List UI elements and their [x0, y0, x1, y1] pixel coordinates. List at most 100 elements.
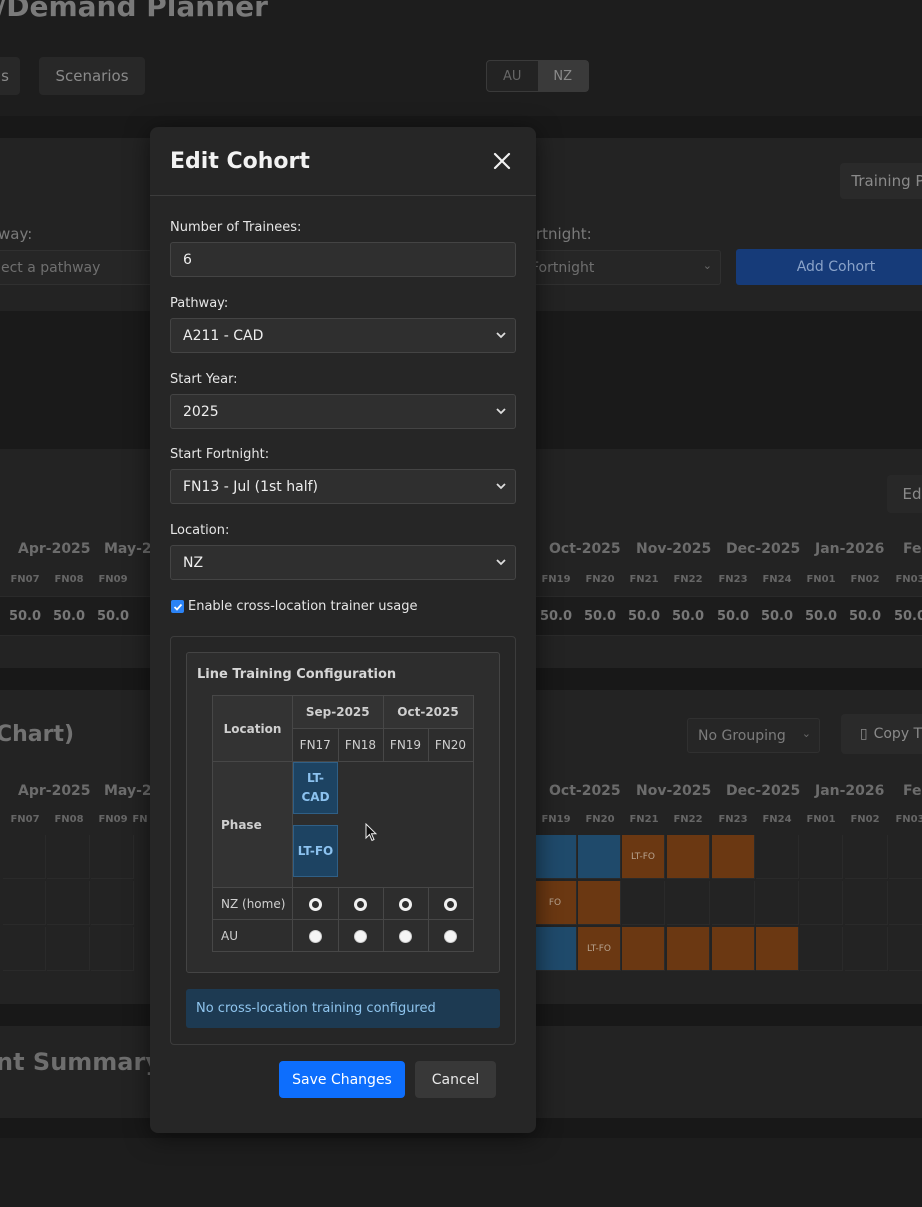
location-row-nz: NZ (home) [212, 887, 293, 920]
gantt-cell [3, 927, 46, 971]
fn-label: FN07 [10, 814, 40, 825]
chevron-down-icon [496, 559, 506, 566]
month-label: Nov-2025 [636, 541, 712, 557]
gantt-bar[interactable] [578, 835, 621, 879]
radio-nz-fn17[interactable] [308, 897, 322, 911]
training-plan-button[interactable]: Training Pl [840, 163, 922, 199]
month-label: Oct-2025 [549, 783, 621, 799]
gantt-bar[interactable] [712, 835, 755, 879]
month-label: Feb [903, 783, 922, 799]
demand-value: 50.0 [539, 609, 573, 624]
demand-value: 50.0 [760, 609, 794, 624]
start-fortnight-select[interactable]: FN13 - Jul (1st half) [170, 469, 516, 504]
fn-label: FN19 [541, 814, 571, 825]
radio-cell [427, 919, 474, 952]
mouse-cursor-icon [365, 823, 377, 842]
trainees-input[interactable]: 6 [170, 242, 516, 277]
phase-chip-lt-fo[interactable]: LT-FO [293, 825, 338, 877]
line-training-table: Location Sep-2025 Oct-2025 FN17 FN18 FN1… [212, 695, 474, 952]
fn-label: FN07 [10, 574, 40, 585]
start-fortnight-group: Start Fortnight: FN13 - Jul (1st half) [170, 447, 516, 504]
fn-label: FN03 [895, 814, 922, 825]
gantt-bar[interactable] [667, 835, 710, 879]
location-select[interactable]: NZ [170, 545, 516, 580]
cross-location-checkbox[interactable] [171, 600, 184, 613]
gantt-bar[interactable] [712, 927, 755, 971]
region-toggle: AU NZ [486, 60, 589, 92]
gantt-bar[interactable]: LT-FO [622, 835, 665, 879]
scenarios-button[interactable]: Scenarios [39, 57, 145, 95]
pathway-label: Pathway: [170, 296, 229, 311]
cancel-button[interactable]: Cancel [415, 1061, 496, 1098]
start-year-select[interactable]: 2025 [170, 394, 516, 429]
gantt-cell [889, 835, 922, 879]
gantt-cell [91, 881, 134, 925]
gantt-cell [800, 881, 843, 925]
chevron-down-icon [496, 332, 506, 339]
nav-tab-partial[interactable]: s [0, 57, 20, 95]
trainees-group: Number of Trainees: 6 [170, 220, 516, 277]
gantt-cell [756, 881, 799, 925]
fn-label: FN09 [98, 574, 128, 585]
demand-value: 50.0 [8, 609, 42, 624]
start-year-label: Start Year: [170, 372, 238, 387]
phase-row-label: Phase [212, 761, 293, 888]
copy-button[interactable]: ▯ Copy T [841, 714, 922, 754]
edit-button[interactable]: Ed [887, 475, 922, 513]
gantt-bar[interactable] [578, 881, 621, 925]
radio-cell [292, 919, 339, 952]
radio-cell [337, 887, 384, 920]
gantt-bar[interactable] [534, 835, 577, 879]
radio-au-fn20[interactable] [444, 929, 457, 943]
phase-chip-lt-cad[interactable]: LT-CAD [293, 762, 338, 814]
gantt-cell [889, 927, 922, 971]
phase-cell [383, 761, 428, 888]
pathway-select[interactable]: ect a pathway [0, 250, 160, 285]
pathway-label: way: [0, 225, 33, 243]
fn-label: FN01 [806, 574, 836, 585]
fn-header: FN20 [427, 728, 474, 762]
gantt-bar[interactable] [534, 927, 577, 971]
line-training-section: Line Training Configuration Location Sep… [170, 636, 516, 1045]
radio-cell [292, 887, 339, 920]
save-changes-button[interactable]: Save Changes [279, 1061, 405, 1098]
fn-label: FN03 [895, 574, 922, 585]
gantt-cell [47, 881, 90, 925]
gantt-bar[interactable] [667, 927, 710, 971]
gantt-bar[interactable]: LT-FO [578, 927, 621, 971]
location-label: Location: [170, 523, 230, 538]
pathway-select[interactable]: A211 - CAD [170, 318, 516, 353]
radio-nz-fn19[interactable] [399, 897, 412, 911]
fn-label: FN22 [673, 814, 703, 825]
radio-au-fn18[interactable] [354, 929, 367, 943]
gantt-bar[interactable] [622, 927, 665, 971]
gantt-cell [622, 881, 665, 925]
gantt-cell [712, 881, 755, 925]
close-icon [493, 152, 511, 170]
chevron-down-icon: ⌄ [801, 727, 811, 740]
location-group: Location: NZ [170, 523, 516, 580]
radio-au-fn19[interactable] [399, 929, 412, 943]
gantt-bar[interactable]: FO [534, 881, 577, 925]
fn-header: FN19 [382, 728, 429, 762]
start-year-group: Start Year: 2025 [170, 372, 516, 429]
gantt-cell [845, 881, 888, 925]
close-button[interactable] [488, 147, 516, 175]
cross-location-row: Enable cross-location trainer usage [171, 599, 418, 614]
region-nz-button[interactable]: NZ [537, 61, 588, 91]
grouping-select[interactable]: No Grouping ⌄ [687, 718, 820, 753]
chevron-down-icon: ⌄ [702, 259, 712, 272]
clipboard-icon: ▯ [859, 726, 868, 742]
fortnight-select[interactable]: Fortnight ⌄ [520, 250, 721, 285]
radio-nz-fn18[interactable] [354, 897, 367, 911]
add-cohort-button[interactable]: Add Cohort [736, 249, 922, 285]
gantt-bar[interactable] [756, 927, 799, 971]
fn-label: FN21 [629, 574, 659, 585]
radio-cell [337, 919, 384, 952]
fn-header: FN18 [337, 728, 384, 762]
radio-au-fn17[interactable] [308, 929, 322, 943]
region-au-button[interactable]: AU [487, 61, 538, 91]
gantt-cell [800, 927, 843, 971]
fn-label: FN02 [850, 814, 880, 825]
radio-nz-fn20[interactable] [444, 897, 457, 911]
